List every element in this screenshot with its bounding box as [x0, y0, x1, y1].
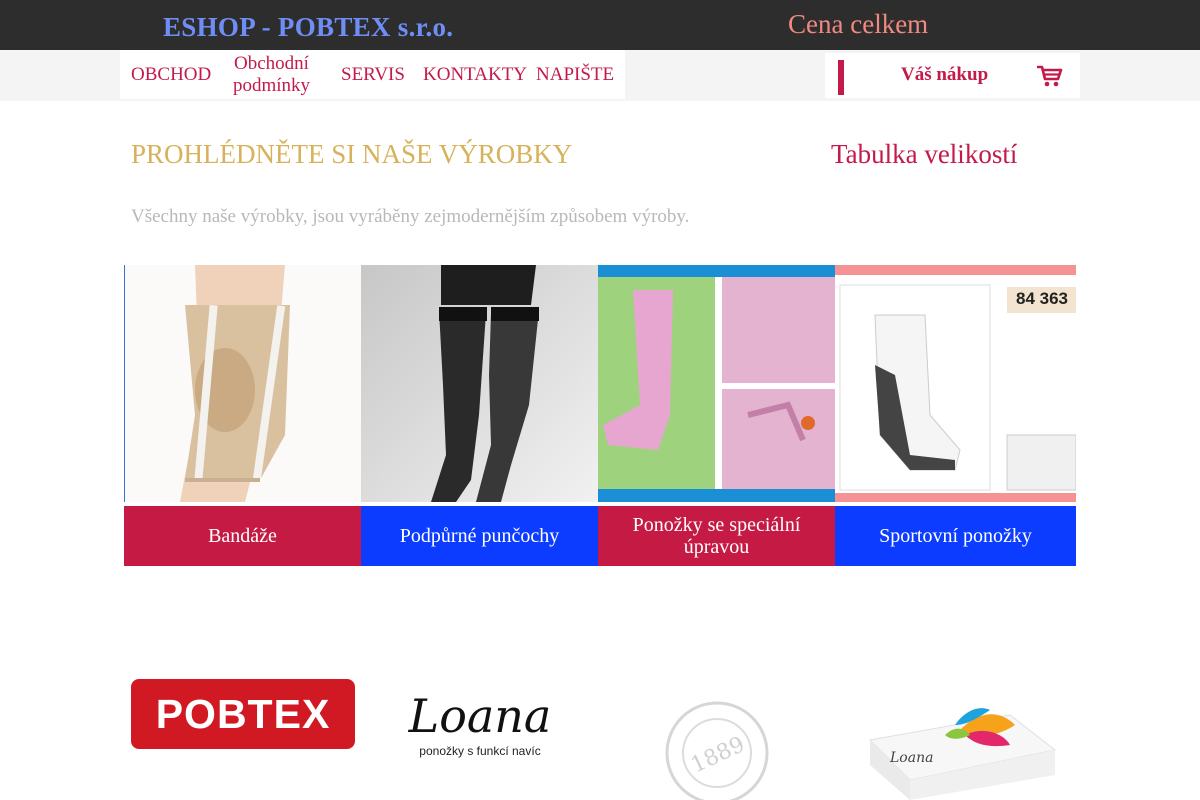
shopping-cart-icon: [1037, 65, 1063, 87]
main-menu: OBCHOD Obchodní podmínky SERVIS KONTAKTY…: [120, 50, 625, 99]
price-total: Cena celkem: [788, 9, 929, 39]
cart-accent-bar: [838, 60, 844, 95]
loana-tagline: ponožky s funkcí navíc: [419, 744, 541, 758]
nav-item-napiste[interactable]: NAPIŠTE: [536, 64, 614, 86]
nav-item-obchodni-podminky-line2: podmínky: [232, 75, 311, 96]
product-caption-special-socks[interactable]: Ponožky se speciální úpravou: [598, 506, 835, 566]
nav-item-servis[interactable]: SERVIS: [341, 64, 405, 86]
product-caption-stockings[interactable]: Podpůrné punčochy: [361, 506, 598, 566]
box-brand-text: Loana: [889, 750, 933, 766]
pobtex-logo[interactable]: POBTEX: [131, 679, 355, 749]
nav-item-obchod[interactable]: OBCHOD: [131, 64, 211, 86]
cart-label: Váš nákup: [901, 64, 989, 85]
shop-title[interactable]: ESHOP - POBTEX s.r.o.: [163, 12, 453, 43]
loana-logo[interactable]: Loana ponožky s funkcí navíc: [385, 690, 575, 775]
cart-button[interactable]: Váš nákup: [825, 53, 1080, 98]
svg-text:1889: 1889: [687, 732, 748, 778]
pink-socks-photo: [598, 265, 835, 502]
nav-item-obchodni-podminky-line1: Obchodní: [234, 53, 309, 74]
quality-seal-logo[interactable]: 1889: [605, 680, 795, 800]
support-stockings-photo: [361, 265, 598, 502]
page-subtitle: Všechny naše výrobky, jsou vyráběny zejm…: [131, 206, 690, 227]
size-table-link[interactable]: Tabulka velikostí: [831, 139, 1017, 170]
loana-logo-text: Loana: [408, 689, 552, 743]
nav-item-obchodni-podminky[interactable]: Obchodní podmínky: [225, 53, 318, 97]
product-caption-bandages[interactable]: Bandáže: [124, 506, 361, 566]
loana-product-box[interactable]: Loana: [840, 680, 1076, 800]
top-bar: ESHOP - POBTEX s.r.o. Cena celkem: [0, 0, 1200, 50]
nav-item-kontakty[interactable]: KONTAKTY: [423, 64, 527, 86]
knee-bandage-photo: [124, 265, 361, 502]
product-code-label-visible: 84 363: [1016, 289, 1068, 308]
pobtex-logo-text: POBTEX: [155, 690, 331, 737]
page-heading: PROHLÉDNĚTE SI NAŠE VÝROBKY: [131, 139, 573, 169]
product-caption-sport-socks[interactable]: Sportovní ponožky: [835, 506, 1076, 566]
